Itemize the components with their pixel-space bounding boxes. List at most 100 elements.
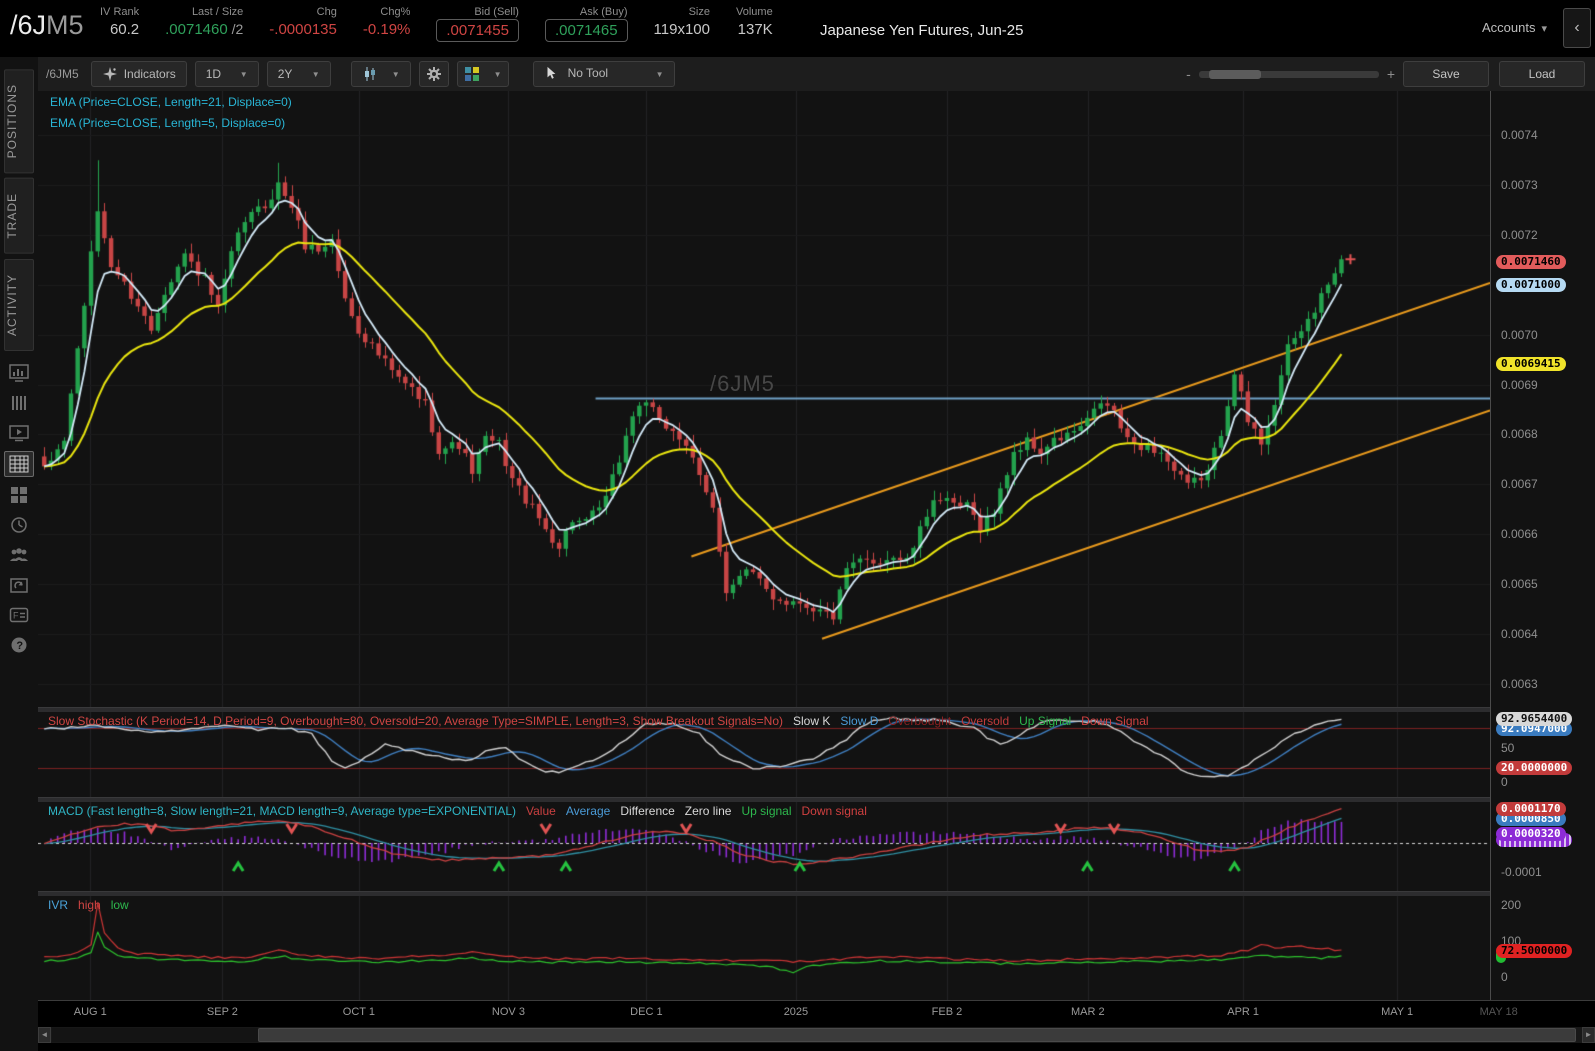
time-axis-label: FEB 2 <box>923 1006 971 1018</box>
quote-field-label: Chg <box>317 6 337 18</box>
axis-tick-label: 200 <box>1501 898 1521 912</box>
price-bubble: 92.9654400 <box>1496 712 1572 726</box>
axis-tick-label: 0 <box>1501 970 1508 984</box>
scroll-left-button[interactable]: ◄ <box>38 1027 51 1043</box>
price-axis[interactable]: 0.00740.00730.00720.00700.00690.00680.00… <box>1490 91 1595 1000</box>
quote-fields: IV Rank60.2Last / Size.0071460 /2Chg-.00… <box>100 6 799 42</box>
price-bubble: 0.0071000 <box>1496 278 1566 292</box>
time-axis[interactable]: AUG 1SEP 2OCT 1NOV 3DEC 12025FEB 2MAR 2A… <box>38 1004 1595 1024</box>
price-bubble: 0.0001170 <box>1496 802 1566 816</box>
scroll-right-button[interactable]: ► <box>1582 1027 1595 1043</box>
quote-value-text: .0071460 <box>165 21 228 38</box>
chevron-down-icon: ▼ <box>240 70 248 79</box>
axis-tick-label: 0.0072 <box>1501 228 1538 242</box>
zoom-slider-thumb[interactable] <box>1209 70 1261 79</box>
axis-tick-label: 0.0067 <box>1501 477 1538 491</box>
quote-field: Last / Size .0071460 /2 <box>165 6 243 38</box>
zoom-slider[interactable] <box>1199 71 1379 78</box>
price-bubble: 20.0000000 <box>1496 761 1572 775</box>
time-axis-label: APR 1 <box>1219 1006 1267 1018</box>
sidebar-tab-label: TRADE <box>5 193 19 239</box>
axis-tick-label: 0.0074 <box>1501 128 1538 142</box>
quote-field-value[interactable]: .0071455 <box>436 19 519 42</box>
grid-layout-dropdown[interactable]: ▼ <box>457 61 509 87</box>
axis-tick-label: 0.0064 <box>1501 627 1538 641</box>
quote-field-label: Chg% <box>380 6 410 18</box>
quote-value-text: -0.19% <box>363 21 411 38</box>
quote-field-value: -0.19% <box>363 21 411 38</box>
zoom-in-button[interactable]: + <box>1379 66 1403 82</box>
chevron-down-icon: ▾ <box>1541 23 1547 35</box>
media-player-icon[interactable] <box>5 421 33 445</box>
axis-tick-label: 0.0070 <box>1501 328 1538 342</box>
price-bubble: 0.0071460 <box>1496 255 1566 269</box>
panel-divider[interactable] <box>38 707 1595 712</box>
sidebar-tab-trade[interactable]: TRADE <box>4 178 34 254</box>
symbol-title: /6JM5 <box>10 10 84 41</box>
quote-field-value[interactable]: .0071465 <box>545 19 628 42</box>
load-button[interactable]: Load <box>1499 61 1585 87</box>
axis-tick-label: 0.0066 <box>1501 527 1538 541</box>
panel-divider[interactable] <box>38 797 1595 802</box>
chevron-down-icon: ▼ <box>392 70 400 79</box>
accounts-menu[interactable]: Accounts▾ <box>1482 20 1547 35</box>
save-button[interactable]: Save <box>1403 61 1489 87</box>
quote-field-label: Ask (Buy) <box>580 6 628 18</box>
shared-box-icon[interactable] <box>5 573 33 597</box>
macd-chart-canvas[interactable] <box>38 801 1490 891</box>
indicators-button[interactable]: Indicators <box>91 61 187 87</box>
studies-spark-icon <box>102 66 118 82</box>
axis-tick-label: 0 <box>1501 775 1508 789</box>
stochastic-chart-canvas[interactable] <box>38 711 1490 797</box>
axis-tick-label: -0.0001 <box>1501 865 1542 879</box>
monitor-chart-icon[interactable] <box>5 361 33 385</box>
chevron-down-icon: ▼ <box>312 70 320 79</box>
quote-field: Bid (Sell).0071455 <box>436 6 519 42</box>
time-axis-label: MAR 2 <box>1064 1006 1112 1018</box>
zoom-control: - + <box>1178 66 1403 82</box>
chart-settings-button[interactable] <box>419 61 449 87</box>
quote-field-value: -.0000135 <box>269 21 337 38</box>
sidebar-tab-activity[interactable]: ACTIVITY <box>4 259 34 351</box>
time-axis-border <box>38 1000 1595 1001</box>
quote-field-value: 60.2 <box>110 21 139 38</box>
candlestick-icon <box>362 66 378 82</box>
price-chart-canvas[interactable] <box>38 91 1490 707</box>
instrument-description: Japanese Yen Futures, Jun-25 <box>820 22 1023 39</box>
quote-field-label: Volume <box>736 6 773 18</box>
people-group-icon[interactable] <box>5 543 33 567</box>
spreadsheet-grid-icon[interactable] <box>4 451 34 477</box>
time-axis-label: AUG 1 <box>66 1006 114 1018</box>
zoom-out-button[interactable]: - <box>1178 66 1199 82</box>
sidebar-tab-label: POSITIONS <box>5 84 19 158</box>
axis-tick-label: 50 <box>1501 741 1514 755</box>
help-icon[interactable]: ? <box>5 633 33 657</box>
scrollbar-track[interactable] <box>52 1028 258 1042</box>
sidebar-tab-label: ACTIVITY <box>5 274 19 336</box>
quote-value-suffix: /2 <box>228 21 244 37</box>
chart-scrollbar[interactable]: ◄ ► <box>38 1027 1595 1043</box>
quote-list-icon[interactable] <box>5 391 33 415</box>
history-clock-icon[interactable] <box>5 513 33 537</box>
timeframe-dropdown[interactable]: 1D▼ <box>195 61 259 87</box>
panel-divider[interactable] <box>38 891 1595 896</box>
axis-tick-label: 0.0069 <box>1501 378 1538 392</box>
ivr-chart-canvas[interactable] <box>38 895 1490 1000</box>
sidebar-tab-positions[interactable]: POSITIONS <box>4 69 34 173</box>
quote-field-value: .0071460 /2 <box>165 21 243 38</box>
cursor-pointer-icon <box>544 66 560 82</box>
quote-value-text: 119x100 <box>654 21 710 38</box>
sidebar-icons: F? <box>0 361 38 663</box>
chart-type-dropdown[interactable]: ▼ <box>351 61 411 87</box>
time-axis-label: DEC 1 <box>622 1006 670 1018</box>
range-dropdown[interactable]: 2Y▼ <box>267 61 331 87</box>
widgets-icon[interactable] <box>5 483 33 507</box>
quote-value-text: -.0000135 <box>269 21 337 38</box>
collapse-panel-button[interactable]: ‹ <box>1563 8 1591 48</box>
scrollbar-thumb[interactable] <box>258 1028 1576 1042</box>
drawing-tool-dropdown[interactable]: No Tool ▼ <box>533 61 675 87</box>
time-axis-label: 2025 <box>772 1006 820 1018</box>
quote-field-value: 137K <box>738 21 773 38</box>
quote-field-label: Last / Size <box>192 6 243 18</box>
fn-keys-icon[interactable]: F <box>5 603 33 627</box>
